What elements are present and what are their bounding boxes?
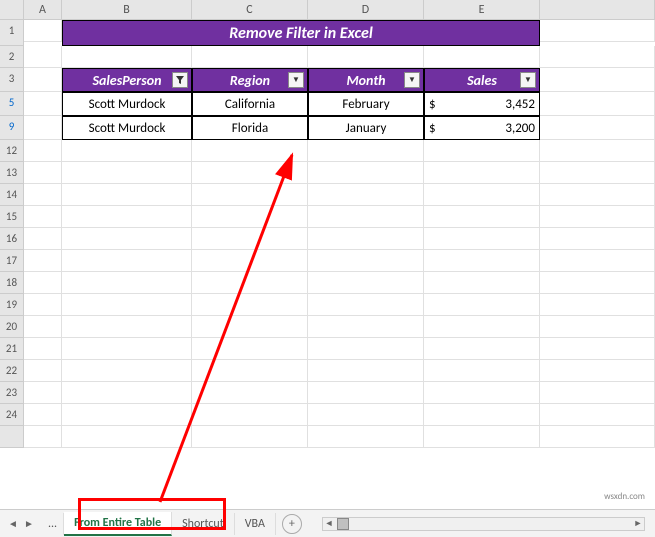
col-A[interactable]: A bbox=[24, 0, 62, 19]
new-sheet-icon[interactable]: + bbox=[282, 514, 302, 534]
row-3[interactable]: 3 bbox=[0, 68, 24, 92]
row-2[interactable]: 2 bbox=[0, 46, 24, 68]
filter-active-icon[interactable] bbox=[172, 72, 188, 88]
tab-overflow[interactable]: ... bbox=[42, 513, 64, 535]
cell-region[interactable]: Florida bbox=[192, 116, 308, 140]
row-5[interactable]: 5 bbox=[0, 92, 24, 116]
cell-sales[interactable]: $ 3,200 bbox=[424, 116, 540, 140]
tab-from-entire-table[interactable]: From Entire Table bbox=[64, 512, 172, 536]
scroll-thumb[interactable] bbox=[337, 518, 349, 530]
header-label: Month bbox=[346, 72, 385, 89]
row-21[interactable]: 21 bbox=[0, 338, 24, 360]
scroll-right-icon[interactable]: ► bbox=[632, 518, 644, 529]
tab-nav-prev-icon[interactable]: ◄ bbox=[6, 517, 20, 531]
currency-value: 3,200 bbox=[505, 121, 535, 136]
column-headers: A B C D E bbox=[0, 0, 655, 20]
row-16[interactable]: 16 bbox=[0, 228, 24, 250]
row-20[interactable]: 20 bbox=[0, 316, 24, 338]
row-23[interactable]: 23 bbox=[0, 382, 24, 404]
table-row: Scott Murdock California February $ 3,45… bbox=[24, 92, 655, 116]
header-label: SalesPerson bbox=[92, 72, 161, 89]
row-15[interactable]: 15 bbox=[0, 206, 24, 228]
row-24[interactable]: 24 bbox=[0, 404, 24, 426]
header-salesperson: SalesPerson bbox=[62, 68, 192, 92]
tab-shortcut[interactable]: Shortcut bbox=[172, 513, 235, 535]
row-9[interactable]: 9 bbox=[0, 116, 24, 140]
row-18[interactable]: 18 bbox=[0, 272, 24, 294]
col-blank[interactable] bbox=[540, 0, 655, 19]
cell-area[interactable]: Remove Filter in Excel SalesPerson Regio… bbox=[24, 20, 655, 507]
currency-symbol: $ bbox=[429, 121, 436, 136]
tab-vba[interactable]: VBA bbox=[235, 513, 276, 535]
cell-salesperson[interactable]: Scott Murdock bbox=[62, 92, 192, 116]
row-19[interactable]: 19 bbox=[0, 294, 24, 316]
col-C[interactable]: C bbox=[192, 0, 308, 19]
spreadsheet-grid: A B C D E 1 2 3 5 9 12 13 14 15 16 17 18… bbox=[0, 0, 655, 537]
cell-region[interactable]: California bbox=[192, 92, 308, 116]
col-E[interactable]: E bbox=[424, 0, 540, 19]
row-blank[interactable] bbox=[0, 426, 24, 448]
row-17[interactable]: 17 bbox=[0, 250, 24, 272]
currency-value: 3,452 bbox=[505, 97, 535, 112]
header-sales: Sales ▼ bbox=[424, 68, 540, 92]
row-headers: 1 2 3 5 9 12 13 14 15 16 17 18 19 20 21 … bbox=[0, 20, 24, 507]
col-B[interactable]: B bbox=[62, 0, 192, 19]
sheet-tab-strip: ◄ ► ... From Entire Table Shortcut VBA +… bbox=[0, 509, 655, 537]
cell-sales[interactable]: $ 3,452 bbox=[424, 92, 540, 116]
cell-month[interactable]: January bbox=[308, 116, 424, 140]
title-banner: Remove Filter in Excel bbox=[62, 20, 540, 46]
col-D[interactable]: D bbox=[308, 0, 424, 19]
select-all-corner[interactable] bbox=[0, 0, 24, 19]
header-month: Month ▼ bbox=[308, 68, 424, 92]
tab-nav-next-icon[interactable]: ► bbox=[22, 517, 36, 531]
row-12[interactable]: 12 bbox=[0, 140, 24, 162]
row-1[interactable]: 1 bbox=[0, 20, 24, 46]
row-14[interactable]: 14 bbox=[0, 184, 24, 206]
filter-dropdown-icon[interactable]: ▼ bbox=[520, 72, 536, 88]
cell-salesperson[interactable]: Scott Murdock bbox=[62, 116, 192, 140]
currency-symbol: $ bbox=[429, 97, 436, 112]
header-region: Region ▼ bbox=[192, 68, 308, 92]
filter-dropdown-icon[interactable]: ▼ bbox=[404, 72, 420, 88]
header-label: Sales bbox=[467, 72, 497, 89]
row-22[interactable]: 22 bbox=[0, 360, 24, 382]
header-label: Region bbox=[230, 72, 270, 89]
scroll-left-icon[interactable]: ◄ bbox=[323, 518, 335, 529]
cell-month[interactable]: February bbox=[308, 92, 424, 116]
horizontal-scrollbar[interactable]: ◄ ► bbox=[322, 517, 645, 531]
watermark: wsxdn.com bbox=[604, 491, 645, 502]
row-13[interactable]: 13 bbox=[0, 162, 24, 184]
filter-dropdown-icon[interactable]: ▼ bbox=[288, 72, 304, 88]
table-row: Scott Murdock Florida January $ 3,200 bbox=[24, 116, 655, 140]
